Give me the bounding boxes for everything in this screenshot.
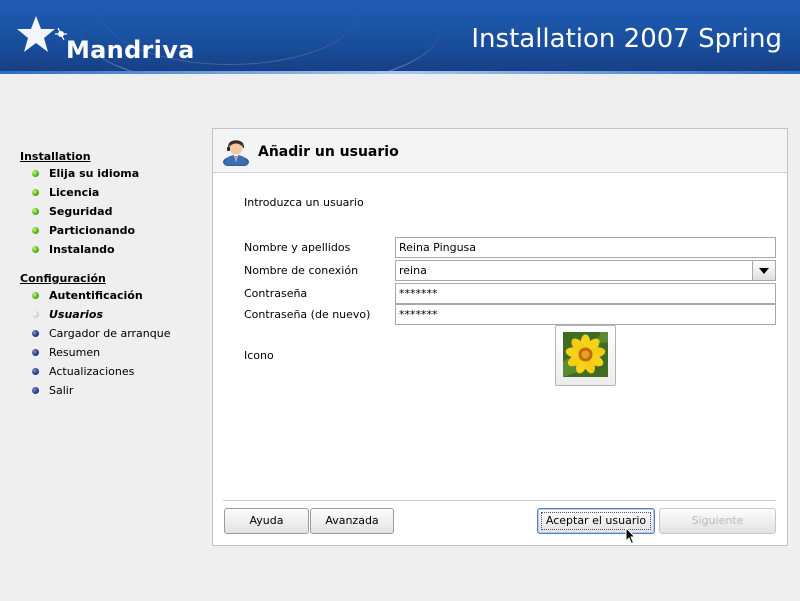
help-button[interactable]: Ayuda	[224, 508, 309, 534]
password-label: Contraseña	[244, 287, 308, 300]
steps-sidebar: Installation Elija su idioma Licencia Se…	[20, 150, 210, 400]
panel-title: Añadir un usuario	[258, 144, 399, 160]
step-partitioning: Particionando	[20, 221, 210, 240]
intro-text: Introduzca un usuario	[244, 196, 364, 209]
step-label: Usuarios	[49, 308, 104, 321]
done-dot-icon	[32, 227, 39, 234]
installer-title: Installation 2007 Spring	[471, 24, 782, 54]
step-users: Usuarios	[20, 305, 210, 324]
step-label: Cargador de arranque	[49, 327, 171, 340]
accept-user-button[interactable]: Aceptar el usuario	[537, 508, 655, 534]
step-label: Instalando	[49, 243, 115, 256]
add-user-panel: Añadir un usuario Introduzca un usuario …	[212, 128, 788, 546]
step-bootloader: Cargador de arranque	[20, 324, 210, 343]
step-label: Resumen	[49, 346, 101, 359]
step-label: Autentificación	[49, 289, 143, 302]
chevron-down-icon	[759, 268, 769, 274]
login-dropdown-button[interactable]	[752, 261, 775, 280]
password-input[interactable]: *******	[395, 283, 776, 304]
login-label: Nombre de conexión	[244, 264, 359, 277]
pending-dot-icon	[32, 349, 39, 356]
advanced-button[interactable]: Avanzada	[310, 508, 394, 534]
step-license: Licencia	[20, 183, 210, 202]
fullname-label: Nombre y apellidos	[244, 241, 351, 254]
done-dot-icon	[32, 189, 39, 196]
done-dot-icon	[32, 208, 39, 215]
step-security: Seguridad	[20, 202, 210, 221]
step-label: Licencia	[49, 186, 100, 199]
user-icon	[223, 140, 249, 166]
section-title-installation: Installation	[20, 150, 91, 163]
step-label: Actualizaciones	[49, 365, 135, 378]
button-separator	[223, 500, 776, 501]
password-confirm-label: Contraseña (de nuevo)	[244, 308, 371, 321]
next-button[interactable]: Siguiente	[659, 508, 776, 534]
mouse-cursor-icon	[625, 527, 637, 545]
password-confirm-input[interactable]: *******	[395, 304, 776, 325]
pending-dot-icon	[32, 368, 39, 375]
panel-header: Añadir un usuario	[213, 129, 787, 173]
pending-dot-icon	[32, 330, 39, 337]
step-label: Elija su idioma	[49, 167, 140, 180]
icon-label: Icono	[244, 349, 274, 362]
user-icon-picker-button[interactable]	[555, 325, 616, 386]
section-title-configuration: Configuración	[20, 272, 106, 285]
done-dot-icon	[32, 292, 39, 299]
done-dot-icon	[32, 170, 39, 177]
fullname-input[interactable]: Reina Pingusa	[395, 237, 776, 258]
pending-dot-icon	[32, 387, 39, 394]
step-updates: Actualizaciones	[20, 362, 210, 381]
login-value: reina	[399, 264, 427, 277]
step-authentication: Autentificación	[20, 286, 210, 305]
step-summary: Resumen	[20, 343, 210, 362]
login-combobox[interactable]: reina	[395, 260, 776, 281]
step-label: Seguridad	[49, 205, 113, 218]
header-banner: Mandriva Installation 2007 Spring	[0, 0, 800, 74]
step-label: Salir	[49, 384, 74, 397]
star-logo-icon	[17, 16, 67, 52]
current-dot-icon	[32, 311, 39, 318]
step-language: Elija su idioma	[20, 164, 210, 183]
done-dot-icon	[32, 246, 39, 253]
banner-bottom-line	[0, 71, 800, 74]
step-label: Particionando	[49, 224, 136, 237]
step-exit: Salir	[20, 381, 210, 400]
brand-name: Mandriva	[66, 36, 195, 64]
step-installing: Instalando	[20, 240, 210, 259]
flower-icon	[563, 332, 608, 377]
